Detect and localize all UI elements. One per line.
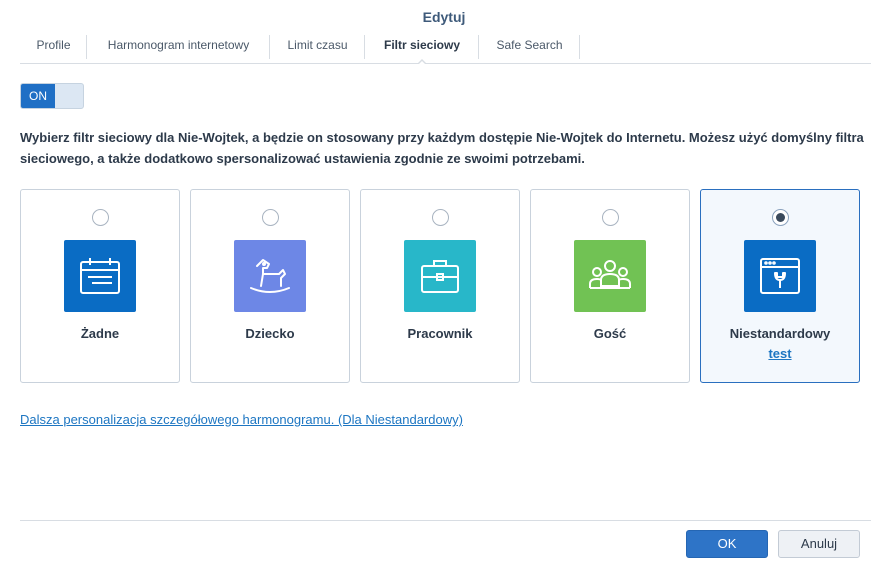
schedule-customization-link[interactable]: Dalsza personalizacja szczegółowego harm… [20, 412, 463, 427]
radio-guest[interactable] [602, 209, 619, 226]
custom-settings-icon [744, 240, 816, 312]
filter-card-child[interactable]: Dziecko [190, 189, 350, 383]
toggle-on-label: ON [21, 84, 55, 108]
tab-safe-search[interactable]: Safe Search [479, 33, 580, 63]
dialog-title: Edytuj [422, 9, 466, 25]
radio-none[interactable] [92, 209, 109, 226]
description-text: Wybierz filtr sieciowy dla Nie-Wojtek, a… [20, 130, 864, 166]
filter-toggle[interactable]: ON [20, 83, 84, 109]
custom-profile-link[interactable]: test [701, 346, 859, 361]
radio-child[interactable] [262, 209, 279, 226]
footer-divider [20, 520, 871, 521]
tab-profile[interactable]: Profile [20, 33, 87, 63]
filter-card-custom[interactable]: Niestandardowy test [700, 189, 860, 383]
radio-custom[interactable] [772, 209, 789, 226]
rocking-horse-icon [234, 240, 306, 312]
filter-label-guest: Gość [593, 326, 627, 341]
filter-label-custom: Niestandardowy [729, 326, 831, 341]
briefcase-icon [404, 240, 476, 312]
tab-filtr-sieciowy[interactable]: Filtr sieciowy [365, 33, 479, 65]
tab-harmonogram[interactable]: Harmonogram internetowy [87, 33, 270, 63]
active-tab-indicator [417, 58, 427, 65]
calendar-icon [64, 240, 136, 312]
ok-button[interactable]: OK [686, 530, 768, 558]
dialog-title-bar: Edytuj [0, 0, 888, 34]
filter-card-guest[interactable]: Gość [530, 189, 690, 383]
people-icon [574, 240, 646, 312]
radio-employee[interactable] [432, 209, 449, 226]
tab-filtr-sieciowy-label: Filtr sieciowy [383, 38, 461, 52]
cancel-button[interactable]: Anuluj [778, 530, 860, 558]
filter-card-none[interactable]: Żadne [20, 189, 180, 383]
filter-label-employee: Pracownik [407, 326, 473, 341]
tab-limit-czasu[interactable]: Limit czasu [270, 33, 365, 63]
filter-label-child: Dziecko [245, 326, 295, 341]
filter-label-none: Żadne [80, 326, 120, 341]
filter-card-employee[interactable]: Pracownik [360, 189, 520, 383]
tab-bar: Profile Harmonogram internetowy Limit cz… [20, 33, 871, 65]
